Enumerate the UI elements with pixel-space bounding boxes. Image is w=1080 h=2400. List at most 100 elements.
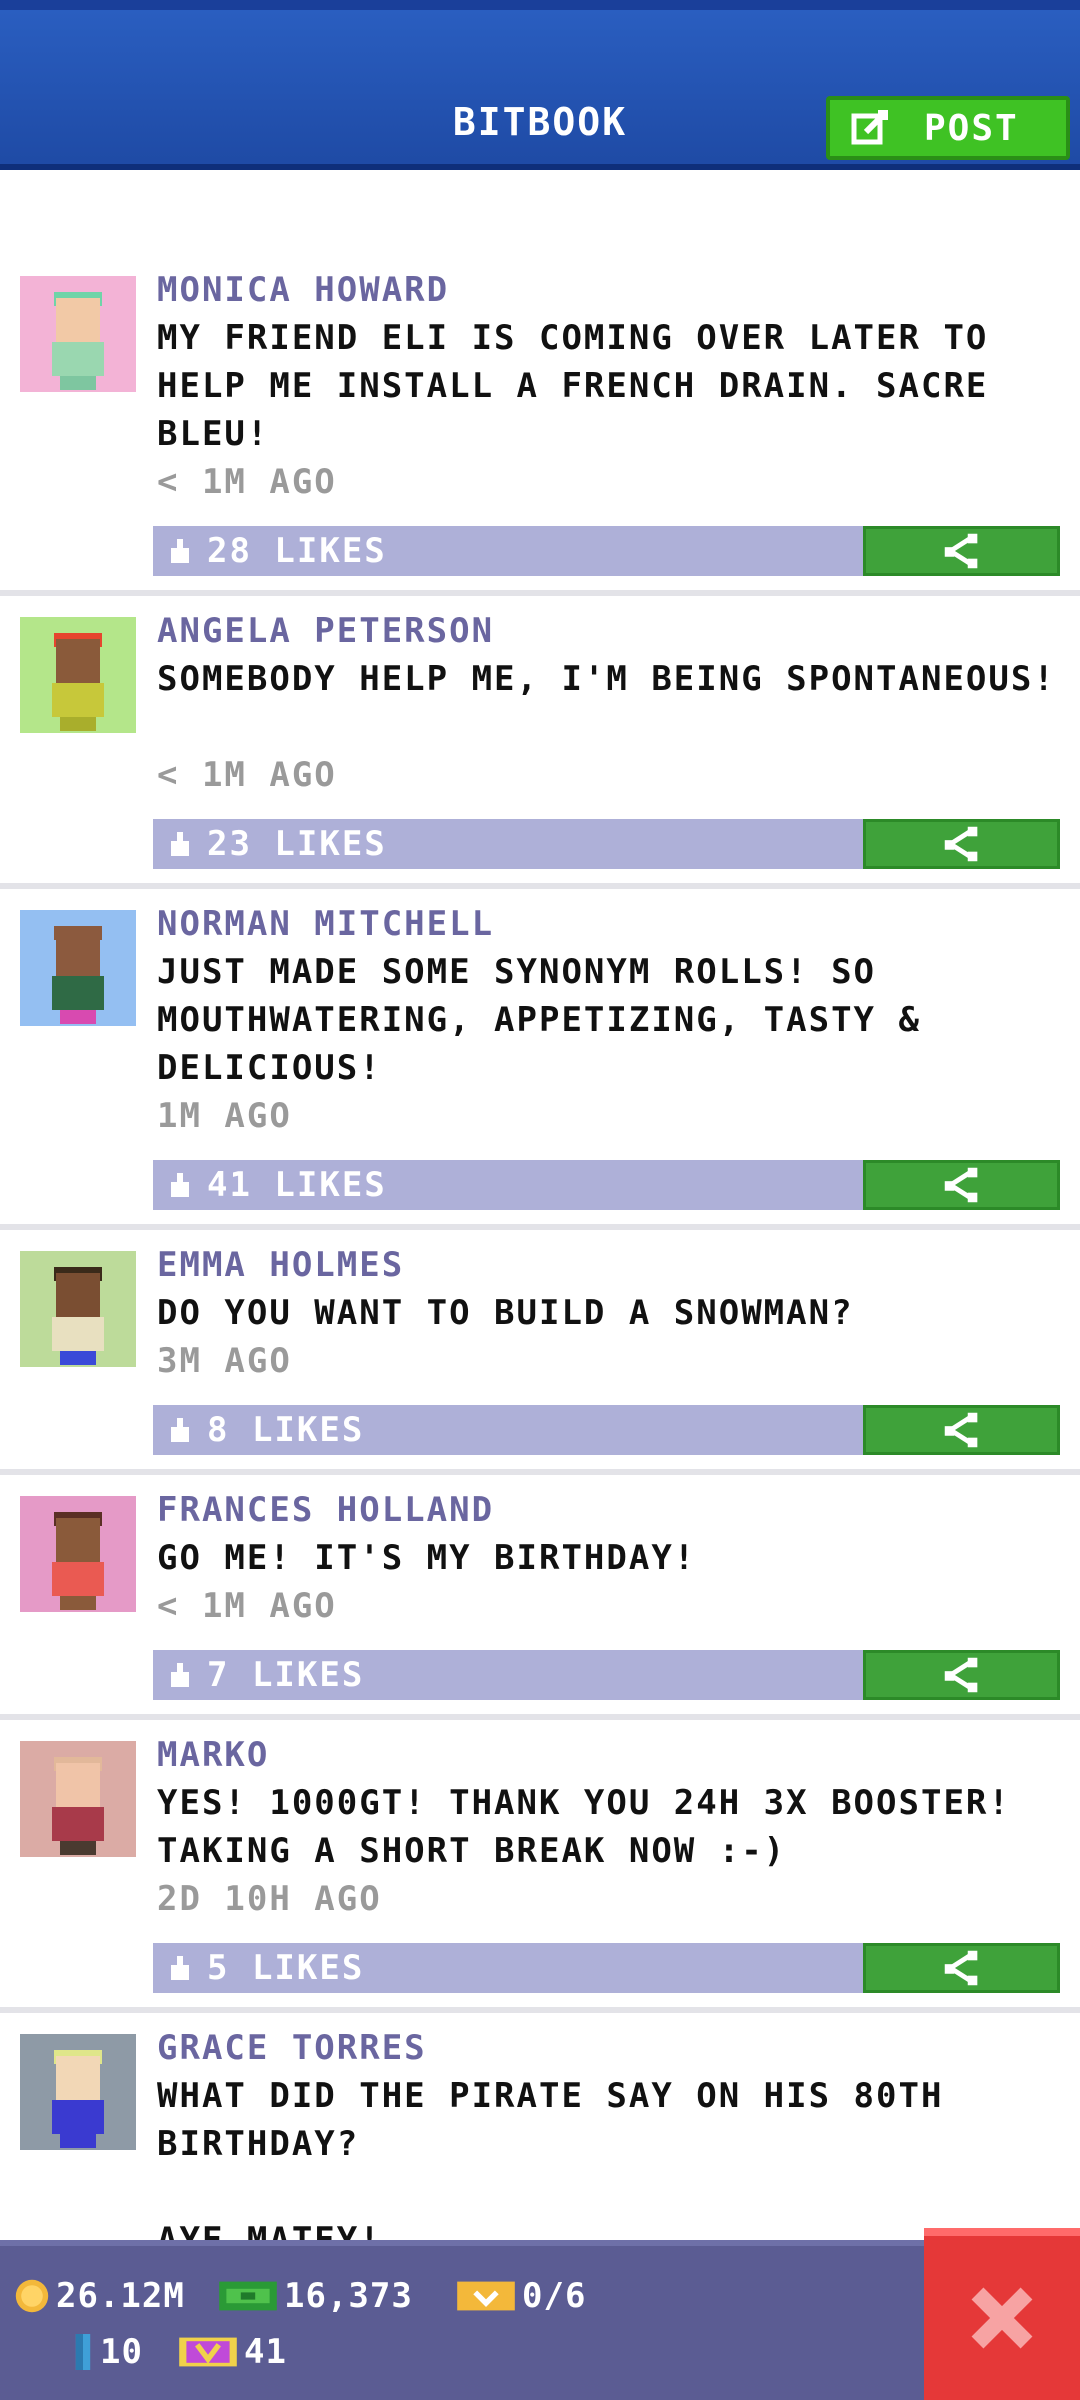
share-icon — [944, 533, 977, 569]
likes-button[interactable]: 8 LIKES — [153, 1405, 863, 1455]
vip-value: 41 — [244, 2332, 287, 2372]
avatar[interactable] — [20, 276, 136, 392]
likes-count: 8 LIKES — [207, 1410, 365, 1450]
avatar-body — [52, 1562, 104, 1596]
avatar[interactable] — [20, 1251, 136, 1367]
post-button-label: POST — [924, 107, 1019, 149]
post-time: 1M AGO — [157, 1096, 292, 1136]
post-text: DO YOU WANT TO BUILD A SNOWMAN? — [157, 1293, 854, 1333]
post-time: < 1M AGO — [157, 1586, 337, 1626]
avatar-head — [56, 932, 100, 976]
likes-count: 23 LIKES — [207, 824, 387, 864]
crystal-icon — [75, 2334, 91, 2370]
share-icon — [944, 1657, 977, 1693]
thumbs-up-icon — [171, 832, 189, 856]
avatar[interactable] — [20, 1741, 136, 1857]
avatar-body — [52, 976, 104, 1010]
post-time: 2D 10H AGO — [157, 1879, 382, 1919]
share-button[interactable] — [863, 1650, 1060, 1700]
avatar-legs — [60, 376, 96, 390]
avatar-body — [52, 342, 104, 376]
likes-count: 41 LIKES — [207, 1165, 387, 1205]
share-button[interactable] — [863, 526, 1060, 576]
ticket-icon — [457, 2281, 515, 2311]
thumbs-up-icon — [171, 1956, 189, 1980]
avatar-legs — [60, 1010, 96, 1024]
share-icon — [944, 826, 977, 862]
share-button[interactable] — [863, 1160, 1060, 1210]
crystals-counter: 10 — [72, 2332, 143, 2372]
post-author[interactable]: MARKO — [157, 1735, 269, 1775]
avatar-legs — [60, 2134, 96, 2148]
post-text: MY FRIEND ELI IS COMING OVER LATER TO HE… — [157, 318, 989, 454]
post-author[interactable]: MONICA HOWARD — [157, 270, 449, 310]
likes-button[interactable]: 5 LIKES — [153, 1943, 863, 1993]
close-button[interactable] — [924, 2228, 1080, 2400]
avatar-body — [52, 1317, 104, 1351]
post-time: < 1M AGO — [157, 755, 337, 795]
likes-count: 28 LIKES — [207, 531, 387, 571]
post-divider — [0, 883, 1080, 889]
likes-button[interactable]: 41 LIKES — [153, 1160, 863, 1210]
post-button[interactable]: POST — [826, 96, 1070, 160]
share-icon — [944, 1167, 977, 1203]
post-author[interactable]: ANGELA PETERSON — [157, 611, 494, 651]
share-button[interactable] — [863, 1405, 1060, 1455]
crystals-value: 10 — [100, 2332, 143, 2372]
coin-icon — [15, 2279, 49, 2313]
post-text: WHAT DID THE PIRATE SAY ON HIS 80TH BIRT… — [157, 2076, 944, 2240]
post-text: JUST MADE SOME SYNONYM ROLLS! SO MOUTHWA… — [157, 952, 921, 1088]
post-author[interactable]: FRANCES HOLLAND — [157, 1490, 494, 1530]
post-time: 3M AGO — [157, 1341, 292, 1381]
share-button[interactable] — [863, 1943, 1060, 1993]
avatar[interactable] — [20, 1496, 136, 1612]
avatar-legs — [60, 1841, 96, 1855]
post-divider — [0, 1224, 1080, 1230]
tickets-counter: 0/6 — [456, 2276, 586, 2316]
avatar[interactable] — [20, 910, 136, 1026]
avatar-head — [56, 298, 100, 342]
avatar-head — [56, 2056, 100, 2100]
likes-button[interactable]: 23 LIKES — [153, 819, 863, 869]
edit-icon — [851, 110, 888, 145]
post-divider — [0, 1714, 1080, 1720]
likes-button[interactable]: 7 LIKES — [153, 1650, 863, 1700]
avatar-body — [52, 2100, 104, 2134]
share-button[interactable] — [863, 819, 1060, 869]
avatar-legs — [60, 717, 96, 731]
post-text: GO ME! IT'S MY BIRTHDAY! — [157, 1538, 697, 1578]
post-author[interactable]: GRACE TORRES — [157, 2028, 427, 2068]
share-icon — [944, 1950, 977, 1986]
post-divider — [0, 1469, 1080, 1475]
avatar-head — [56, 1273, 100, 1317]
tickets-value: 0/6 — [522, 2276, 587, 2316]
bux-counter: 16,373 — [218, 2276, 413, 2316]
likes-count: 5 LIKES — [207, 1948, 365, 1988]
vip-counter: 41 — [178, 2332, 287, 2372]
post-time: < 1M AGO — [157, 462, 337, 502]
post-divider — [0, 590, 1080, 596]
thumbs-up-icon — [171, 1173, 189, 1197]
likes-count: 7 LIKES — [207, 1655, 365, 1695]
avatar-legs — [60, 1596, 96, 1610]
avatar[interactable] — [20, 617, 136, 733]
thumbs-up-icon — [171, 539, 189, 563]
app-header: BITBOOK POST — [0, 0, 1080, 170]
coins-value: 26.12M — [56, 2276, 185, 2316]
avatar-head — [56, 1518, 100, 1562]
post-author[interactable]: EMMA HOLMES — [157, 1245, 404, 1285]
avatar-body — [52, 1807, 104, 1841]
likes-button[interactable]: 28 LIKES — [153, 526, 863, 576]
resource-bar: 26.12M 16,373 0/6 10 41 — [0, 2240, 1080, 2400]
coins-counter: 26.12M — [14, 2276, 185, 2316]
vip-icon — [179, 2337, 237, 2367]
post-text: SOMEBODY HELP ME, I'M BEING SPONTANEOUS! — [157, 659, 1056, 699]
close-icon — [971, 2287, 1033, 2349]
post-author[interactable]: NORMAN MITCHELL — [157, 904, 494, 944]
post-divider — [0, 2007, 1080, 2013]
avatar-head — [56, 1763, 100, 1807]
bitbook-feed[interactable]: MONICA HOWARD MY FRIEND ELI IS COMING OV… — [0, 176, 1080, 2240]
share-icon — [944, 1412, 977, 1448]
avatar[interactable] — [20, 2034, 136, 2150]
bux-icon — [219, 2281, 277, 2311]
